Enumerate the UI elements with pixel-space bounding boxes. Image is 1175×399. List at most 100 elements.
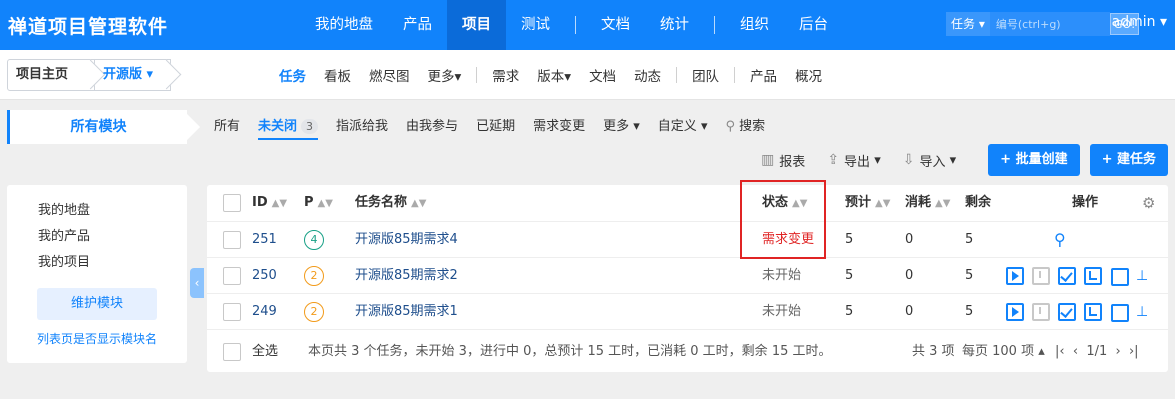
table-row: 249 2 开源版85期需求1 未开始 5 0 5 ⊥ — [207, 294, 1168, 330]
col-name[interactable]: 任务名称 ▲▼ — [355, 185, 426, 221]
first-page-icon[interactable]: |‹ — [1055, 344, 1065, 359]
row-checkbox[interactable] — [223, 231, 241, 249]
next-page-icon[interactable]: › — [1116, 344, 1121, 359]
task-left: 5 — [965, 232, 974, 247]
subnav-dynamic[interactable]: 动态 — [625, 65, 670, 85]
create-task-button[interactable]: + 建任务 — [1089, 144, 1168, 176]
breadcrumb-project-home[interactable]: 项目主页 — [7, 59, 95, 91]
sort-icon: ▲▼ — [317, 198, 333, 209]
search-toggle-label: 搜索 — [739, 119, 766, 134]
row-checkbox[interactable] — [223, 303, 241, 321]
search-type-select[interactable]: 任务 ▾ — [946, 12, 990, 36]
filter-all[interactable]: 所有 — [205, 110, 249, 144]
col-estimate[interactable]: 预计 ▲▼ — [845, 185, 890, 221]
nav-admin[interactable]: 后台 — [784, 0, 843, 50]
search-input[interactable] — [989, 12, 1110, 36]
task-name[interactable]: 开源版85期需求4 — [355, 222, 458, 258]
filter-unclosed[interactable]: 未关闭 3 — [249, 110, 327, 144]
subnav-kanban[interactable]: 看板 — [315, 65, 360, 85]
subtask-icon[interactable]: ⊥ — [1136, 303, 1154, 321]
subnav-more[interactable]: 更多▾ — [419, 65, 471, 85]
module-tree-header[interactable]: 所有模块 — [7, 110, 187, 144]
per-page-select[interactable]: 每页 100 项 ▴ — [962, 333, 1045, 369]
caret-down-icon: ▾ — [564, 69, 572, 85]
search-icon[interactable]: ⚲ — [1054, 222, 1066, 258]
task-id[interactable]: 251 — [252, 222, 277, 258]
record-effort-icon[interactable] — [1084, 303, 1102, 321]
filter-story-changed[interactable]: 需求变更 — [524, 110, 594, 144]
finish-icon[interactable] — [1058, 303, 1076, 321]
task-estimate: 5 — [845, 232, 854, 247]
search-toggle[interactable]: ⚲ 搜索 — [716, 110, 774, 144]
task-name[interactable]: 开源版85期需求2 — [355, 258, 458, 294]
edit-icon[interactable] — [1110, 267, 1129, 286]
task-status: 未开始 — [762, 268, 802, 283]
subnav-burndown[interactable]: 燃尽图 — [360, 65, 419, 85]
task-id[interactable]: 249 — [252, 294, 277, 330]
task-left: 5 — [965, 268, 974, 283]
nav-stats[interactable]: 统计 — [645, 0, 704, 50]
nav-my[interactable]: 我的地盘 — [300, 0, 388, 50]
task-id[interactable]: 250 — [252, 258, 277, 294]
report-button[interactable]: ▥ 报表 — [761, 151, 805, 170]
col-id[interactable]: ID ▲▼ — [252, 185, 287, 221]
col-pri[interactable]: P ▲▼ — [304, 185, 333, 221]
filter-assigned-to-me[interactable]: 指派给我 — [327, 110, 397, 144]
show-module-name-toggle[interactable]: 列表页是否显示模块名 — [7, 330, 187, 347]
select-all-checkbox-header[interactable] — [223, 194, 241, 212]
col-left[interactable]: 剩余 — [965, 185, 991, 221]
start-icon[interactable] — [1006, 303, 1024, 321]
gear-icon[interactable]: ⚙ — [1142, 185, 1155, 221]
start-icon[interactable] — [1006, 267, 1024, 285]
import-icon: ⇩ — [902, 152, 915, 168]
subnav-team[interactable]: 团队 — [683, 65, 728, 85]
maintain-modules-button[interactable]: 维护模块 — [37, 288, 157, 320]
subnav-product[interactable]: 产品 — [741, 65, 786, 85]
nav-test[interactable]: 测试 — [506, 0, 565, 50]
nav-project[interactable]: 项目 — [447, 0, 506, 50]
subnav-build-label: 版本 — [537, 69, 565, 85]
finish-icon[interactable] — [1058, 267, 1076, 285]
col-consumed-label: 消耗 — [905, 195, 932, 210]
subtask-icon[interactable]: ⊥ — [1136, 267, 1154, 285]
nav-org[interactable]: 组织 — [725, 0, 784, 50]
col-consumed[interactable]: 消耗 ▲▼ — [905, 185, 950, 221]
app-brand[interactable]: 禅道项目管理软件 — [8, 12, 168, 39]
import-button[interactable]: ⇩ 导入 ▾ — [903, 151, 956, 170]
nav-doc[interactable]: 文档 — [586, 0, 645, 50]
nav-divider — [575, 16, 576, 34]
filter-delayed[interactable]: 已延期 — [467, 110, 524, 144]
last-page-icon[interactable]: ›| — [1129, 344, 1139, 359]
record-effort-icon[interactable] — [1084, 267, 1102, 285]
batch-create-button[interactable]: + 批量创建 — [988, 144, 1080, 176]
edit-icon[interactable] — [1110, 303, 1129, 322]
breadcrumb-project-select[interactable]: 开源版 ▾ — [95, 59, 171, 91]
nav-product[interactable]: 产品 — [388, 0, 447, 50]
task-name[interactable]: 开源版85期需求1 — [355, 294, 458, 330]
user-menu[interactable]: admin ▾ — [1112, 14, 1167, 30]
subnav-story[interactable]: 需求 — [483, 65, 528, 85]
page-indicator: 1/1 — [1086, 344, 1108, 359]
subnav-doc[interactable]: 文档 — [580, 65, 625, 85]
filter-more[interactable]: 更多 ▾ — [594, 110, 649, 144]
sidebar-collapse-handle[interactable]: ‹ — [190, 268, 204, 298]
sidebar-item-my[interactable]: 我的地盘 — [7, 198, 187, 224]
subnav-task[interactable]: 任务 — [270, 65, 315, 85]
task-consumed: 0 — [905, 268, 914, 283]
select-all-label[interactable]: 全选 — [252, 333, 278, 369]
priority-badge: 4 — [304, 229, 324, 250]
subnav-build[interactable]: 版本▾ — [528, 65, 580, 85]
row-checkbox[interactable] — [223, 267, 241, 285]
prev-page-icon[interactable]: ‹ — [1073, 344, 1078, 359]
col-name-label: 任务名称 — [355, 195, 408, 210]
subnav-overview[interactable]: 概况 — [786, 65, 831, 85]
sidebar-item-my-product[interactable]: 我的产品 — [7, 224, 187, 250]
filter-unclosed-label: 未关闭 — [258, 119, 298, 134]
export-button[interactable]: ⇪ 导出 ▾ — [827, 151, 880, 170]
select-all-checkbox[interactable] — [223, 343, 241, 361]
filter-involved[interactable]: 由我参与 — [397, 110, 467, 144]
caret-down-icon: ▾ — [978, 17, 985, 31]
caret-down-icon: ▾ — [700, 119, 708, 134]
sidebar-item-my-project[interactable]: 我的项目 — [7, 250, 187, 276]
filter-custom[interactable]: 自定义 ▾ — [649, 110, 717, 144]
